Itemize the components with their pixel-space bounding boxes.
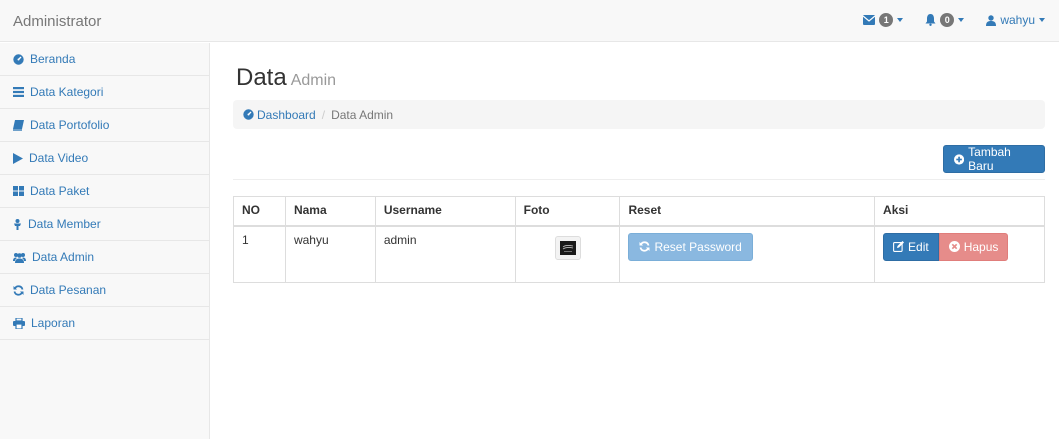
sidebar-item-label: Data Paket <box>30 184 90 198</box>
app-brand[interactable]: Administrator <box>13 13 101 30</box>
column-header: Nama <box>284 196 376 227</box>
admin-table: NO Nama Username Foto Reset Aksi 1 wahyu… <box>233 196 1045 283</box>
chevron-down-icon <box>897 18 904 22</box>
reset-password-label: Reset Password <box>654 239 742 254</box>
column-header: Foto <box>514 196 621 227</box>
column-header: NO <box>233 196 286 227</box>
play-icon <box>13 152 23 164</box>
cell-username: admin <box>374 225 516 283</box>
grid-icon <box>13 186 24 196</box>
dashboard-icon <box>13 53 24 65</box>
delete-label: Hapus <box>963 239 999 254</box>
user-dropdown[interactable]: wahyu <box>986 13 1045 27</box>
dashboard-icon <box>243 109 254 120</box>
messages-badge: 1 <box>879 13 894 27</box>
chevron-down-icon <box>1039 18 1045 22</box>
top-nav-right: 1 0 wahyu <box>863 13 1045 27</box>
table-header-row: NO Nama Username Foto Reset Aksi <box>233 196 1045 227</box>
admin-photo-thumbnail[interactable] <box>554 235 581 260</box>
sidebar-item-label: Data Member <box>28 217 101 231</box>
row-actions: Edit Hapus <box>883 232 1036 261</box>
sidebar-item-label: Beranda <box>30 52 76 66</box>
sidebar-item-label: Data Admin <box>32 250 95 264</box>
table-row: 1 wahyu admin Reset Password Edit Hapus <box>233 225 1045 283</box>
top-navbar: Administrator 1 0 wahyu <box>0 0 1059 42</box>
add-new-label: Tambah Baru <box>968 145 1011 173</box>
breadcrumb-separator: / <box>321 107 326 122</box>
sidebar-item-data-pesanan[interactable]: Data Pesanan <box>0 274 209 307</box>
messages-dropdown[interactable]: 1 <box>863 13 904 27</box>
list-icon <box>13 87 24 97</box>
refresh-icon <box>639 241 650 252</box>
sidebar-item-label: Data Portofolio <box>30 118 110 132</box>
reset-password-button[interactable]: Reset Password <box>628 232 753 261</box>
book-icon <box>13 119 24 131</box>
edit-icon <box>893 241 905 252</box>
user-icon <box>14 218 21 230</box>
sidebar-item-data-video[interactable]: Data Video <box>0 142 209 175</box>
sidebar-item-beranda[interactable]: Beranda <box>0 43 209 76</box>
column-header: Aksi <box>874 196 1045 227</box>
cell-nama: wahyu <box>284 225 376 283</box>
remove-circle-icon <box>948 241 960 252</box>
bell-icon <box>925 14 936 26</box>
breadcrumb-home[interactable]: Dashboard <box>243 108 316 122</box>
chevron-down-icon <box>958 18 965 22</box>
sidebar-item-data-admin[interactable]: Data Admin <box>0 241 209 274</box>
refresh-icon <box>13 284 24 296</box>
sidebar-item-label: Laporan <box>31 316 76 330</box>
breadcrumb-home-label: Dashboard <box>257 107 316 122</box>
envelope-icon <box>863 15 876 25</box>
breadcrumb-current: Data Admin <box>331 107 394 122</box>
user-name: wahyu <box>1000 13 1035 27</box>
alerts-dropdown[interactable]: 0 <box>925 13 965 27</box>
plus-circle-icon <box>954 153 965 165</box>
users-icon <box>13 252 26 263</box>
sidebar-item-laporan[interactable]: Laporan <box>0 307 209 340</box>
column-header: Reset <box>619 196 876 227</box>
cell-reset: Reset Password <box>619 225 876 283</box>
sidebar-item-data-portofolio[interactable]: Data Portofolio <box>0 109 209 142</box>
edit-label: Edit <box>908 239 929 254</box>
divider <box>233 179 1045 180</box>
sidebar-item-label: Data Pesanan <box>30 283 107 297</box>
alerts-badge: 0 <box>940 13 955 27</box>
cell-foto <box>514 225 621 283</box>
sidebar-item-label: Data Kategori <box>30 85 104 99</box>
page-title: Data Admin <box>236 64 336 92</box>
cell-no: 1 <box>233 225 286 283</box>
sidebar-item-data-member[interactable]: Data Member <box>0 208 209 241</box>
delete-button[interactable]: Hapus <box>938 232 1009 261</box>
print-icon <box>13 317 25 329</box>
edit-button[interactable]: Edit <box>883 232 939 261</box>
page-title-main: Data <box>236 64 287 91</box>
breadcrumb: Dashboard / Data Admin <box>233 100 1045 129</box>
sidebar-item-data-kategori[interactable]: Data Kategori <box>0 76 209 109</box>
column-header: Username <box>374 196 516 227</box>
cell-aksi: Edit Hapus <box>874 225 1045 283</box>
sidebar: Beranda Data Kategori Data Portofolio Da… <box>0 43 210 439</box>
page-title-sub: Admin <box>290 72 337 89</box>
sidebar-item-data-paket[interactable]: Data Paket <box>0 175 209 208</box>
user-icon <box>986 14 997 26</box>
photo-logo-icon <box>562 244 573 252</box>
sidebar-item-label: Data Video <box>29 151 89 165</box>
add-new-button[interactable]: Tambah Baru <box>943 145 1045 173</box>
